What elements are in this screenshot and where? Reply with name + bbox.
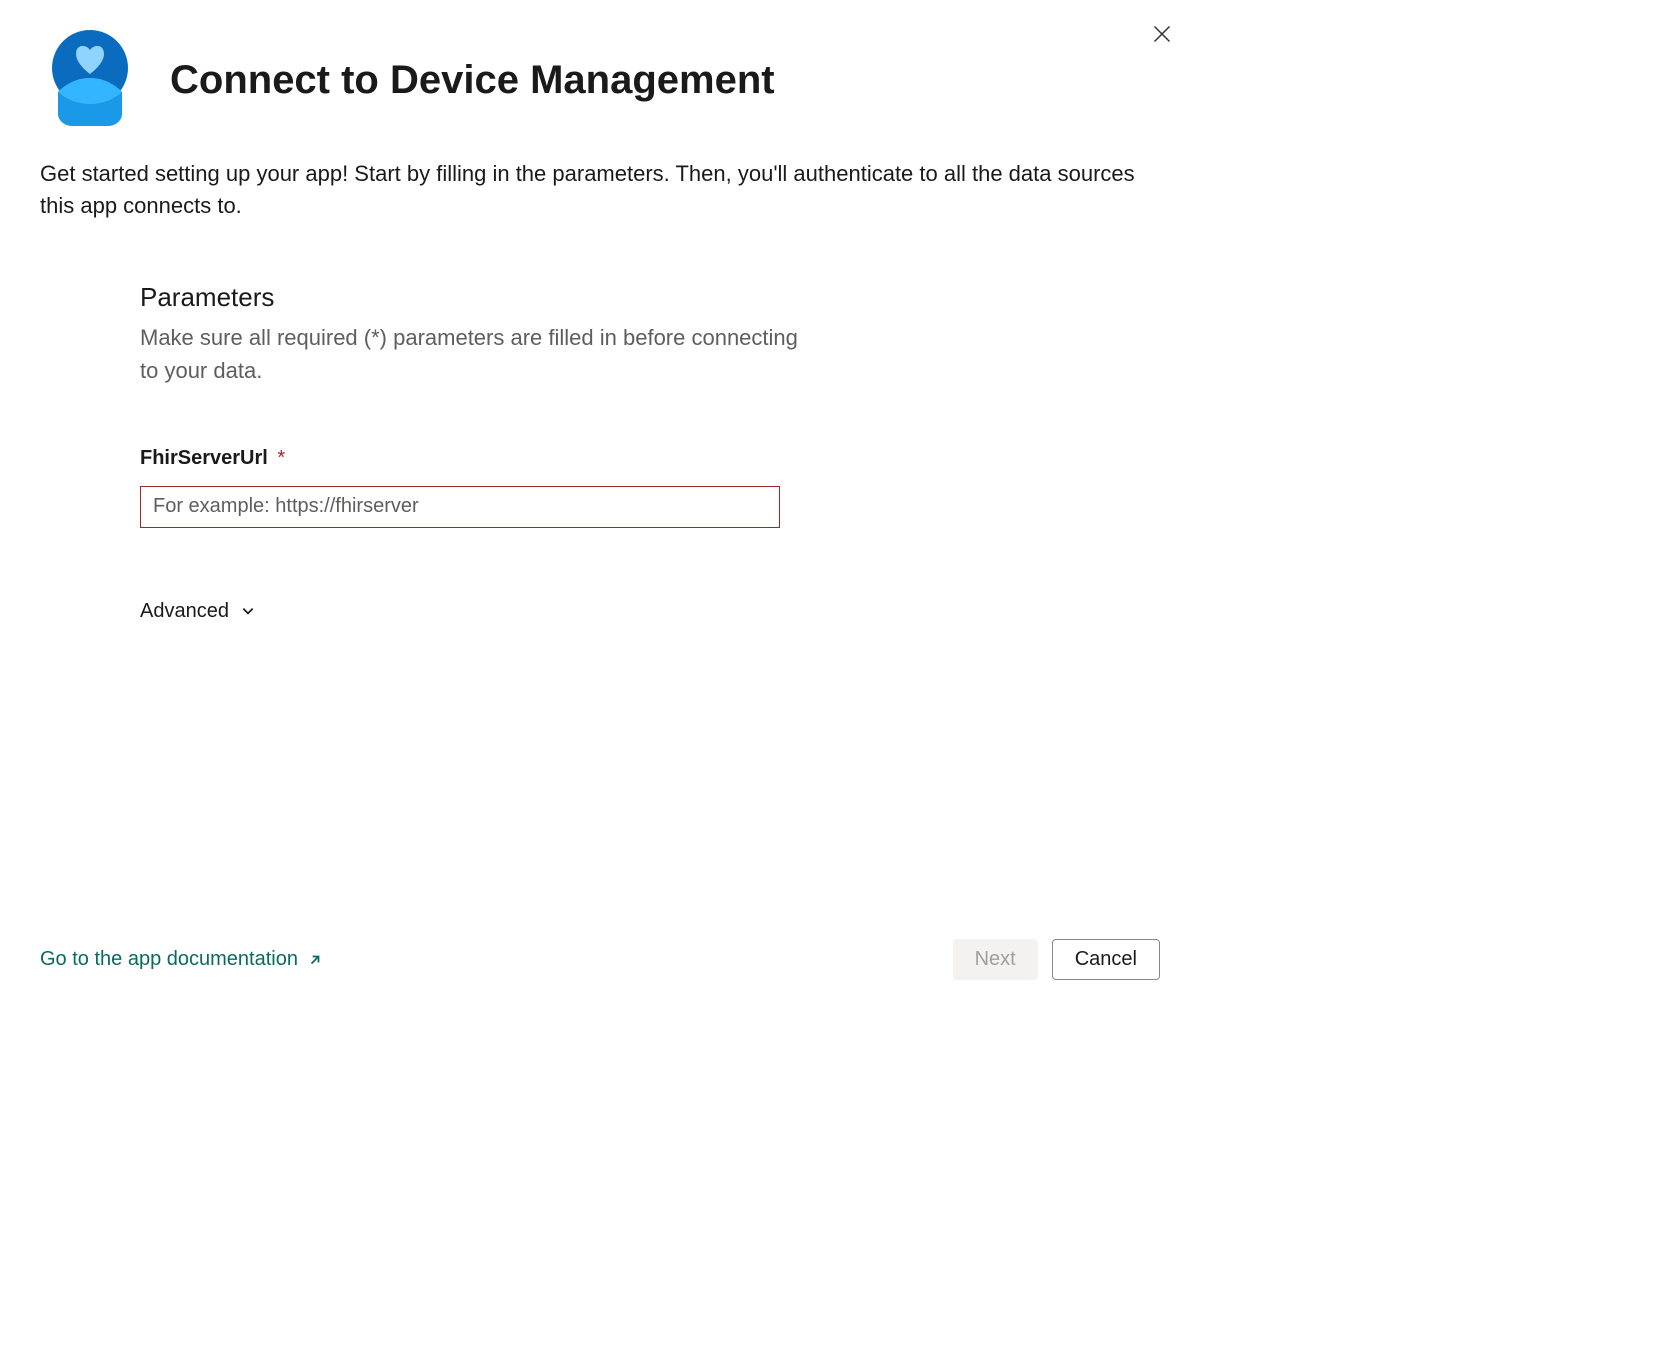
close-icon — [1152, 24, 1172, 44]
next-button[interactable]: Next — [953, 939, 1038, 980]
parameters-title: Parameters — [140, 282, 820, 313]
dialog-title: Connect to Device Management — [170, 58, 775, 103]
fhir-server-url-label: FhirServerUrl * — [140, 447, 820, 470]
footer-buttons: Next Cancel — [953, 939, 1160, 980]
advanced-toggle[interactable]: Advanced — [140, 600, 820, 623]
fhir-server-url-input[interactable] — [140, 486, 780, 528]
close-button[interactable] — [1152, 24, 1172, 44]
field-label-text: FhirServerUrl — [140, 447, 268, 469]
app-icon — [40, 30, 140, 130]
parameters-subtitle: Make sure all required (*) parameters ar… — [140, 321, 820, 387]
parameters-section: Parameters Make sure all required (*) pa… — [40, 282, 820, 623]
dialog-header: Connect to Device Management — [40, 30, 1160, 130]
advanced-label: Advanced — [140, 600, 229, 623]
cancel-button[interactable]: Cancel — [1052, 939, 1160, 980]
required-marker: * — [277, 447, 285, 469]
dialog-footer: Go to the app documentation Next Cancel — [40, 939, 1160, 980]
chevron-down-icon — [241, 604, 255, 618]
dialog-description: Get started setting up your app! Start b… — [40, 158, 1160, 222]
documentation-link[interactable]: Go to the app documentation — [40, 948, 322, 971]
documentation-link-text: Go to the app documentation — [40, 948, 298, 971]
external-link-icon — [308, 953, 322, 967]
